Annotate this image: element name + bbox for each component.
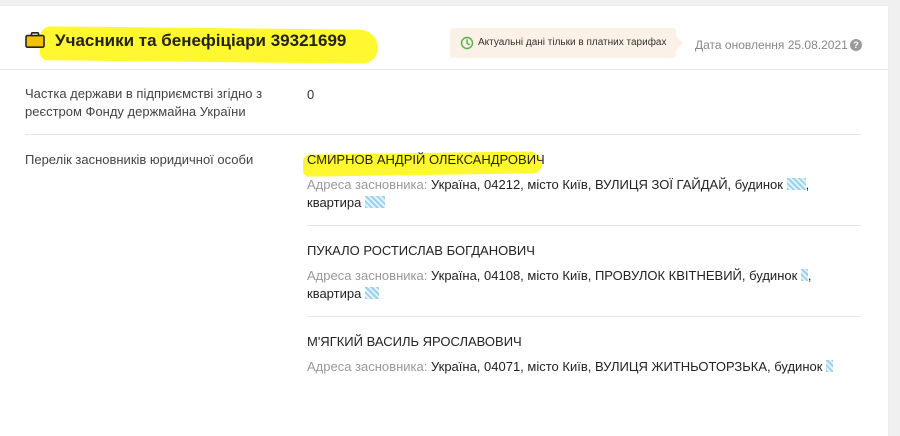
founders-label: Перелік засновників юридичної особи	[25, 152, 254, 167]
address-prefix: Адреса засновника:	[307, 359, 428, 374]
help-icon[interactable]: ?	[850, 39, 862, 51]
address-text: Україна, 04108, місто Київ, ПРОВУЛОК КВІ…	[430, 268, 798, 283]
founder-divider	[307, 316, 861, 317]
founder-address: Адреса засновника: Україна, 04108, місто…	[307, 267, 857, 303]
founder-name: СМИРНОВ АНДРІЙ ОЛЕКСАНДРОВИЧ	[307, 152, 545, 167]
redacted-mark	[800, 269, 808, 281]
briefcase-icon	[25, 32, 45, 48]
address-prefix: Адреса засновника:	[307, 268, 428, 283]
address-prefix: Адреса засновника:	[307, 177, 428, 192]
clock-icon	[460, 36, 474, 50]
redacted-mark	[826, 360, 834, 372]
card-header: Учасники та бенефіціари 39321699 Актуаль…	[0, 6, 888, 70]
founder-name: ПУКАЛО РОСТИСЛАВ БОГДАНОВИЧ	[307, 243, 535, 258]
redacted-mark	[364, 196, 385, 208]
row-divider	[25, 134, 861, 135]
founder-address: Адреса засновника: Україна, 04071, місто…	[307, 358, 857, 376]
badge-text: Актуальні дані тільки в платних тарифах	[478, 37, 667, 48]
state-share-label: Частка держави в підприємстві згідно з р…	[25, 86, 263, 119]
redacted-mark	[364, 287, 379, 299]
participants-card: Учасники та бенефіціари 39321699 Актуаль…	[0, 6, 888, 436]
address-text: Україна, 04071, місто Київ, ВУЛИЦЯ ЖИТНЬ…	[430, 359, 823, 374]
address-text: Україна, 04212, місто Київ, ВУЛИЦЯ ЗОЇ Г…	[430, 177, 783, 192]
founder-divider	[307, 225, 861, 226]
founder-name: М'ЯГКИЙ ВАСИЛЬ ЯРОСЛАВОВИЧ	[307, 334, 522, 349]
state-share-value: 0	[307, 87, 315, 102]
page-title: Учасники та бенефіціари 39321699	[55, 31, 347, 50]
badge-arrow	[676, 36, 683, 50]
founder-address: Адреса засновника: Україна, 04212, місто…	[307, 176, 857, 212]
redacted-mark	[786, 178, 806, 190]
paid-tariff-badge[interactable]: Актуальні дані тільки в платних тарифах	[450, 28, 676, 58]
update-date: Дата оновлення 25.08.2021	[695, 38, 848, 52]
